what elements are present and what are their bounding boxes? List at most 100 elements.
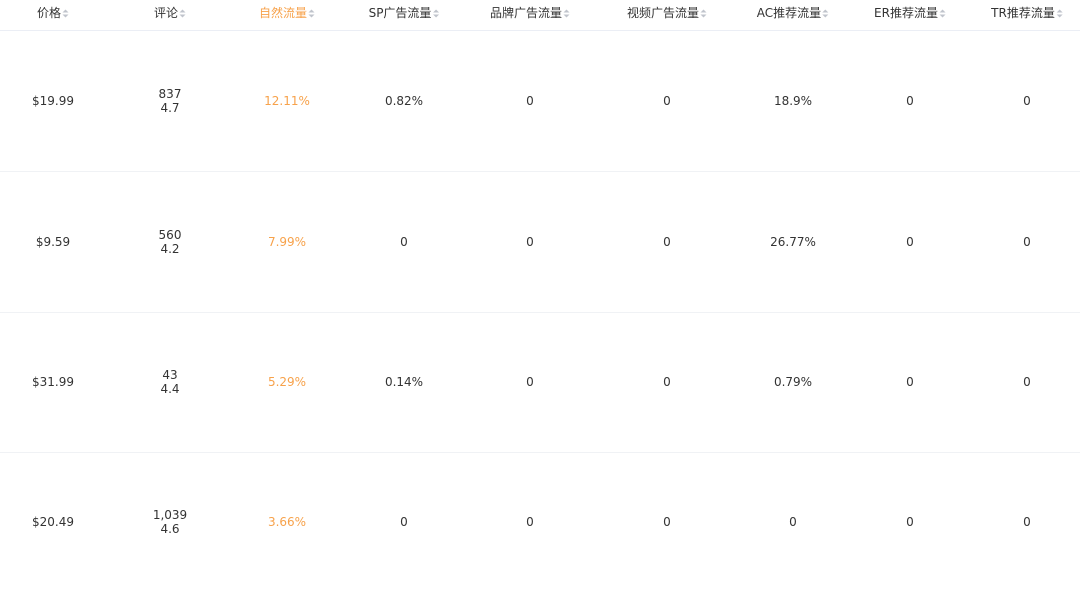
video-ads-traffic-cell: 0 (663, 172, 671, 312)
column-header-label: 价格 (36, 6, 62, 20)
column-header-brand-ads-traffic[interactable]: 品牌广告流量 (490, 0, 570, 30)
ac-traffic-value: 0.79% (773, 375, 813, 389)
column-header-sp-ads-traffic[interactable]: SP广告流量 (369, 0, 440, 30)
tr-traffic-cell: 0 (1023, 312, 1031, 452)
tr-traffic-value: 0 (1023, 515, 1031, 529)
sp-ads-traffic-cell: 0 (400, 172, 408, 312)
er-traffic-value: 0 (906, 94, 914, 108)
brand-ads-traffic-value: 0 (526, 235, 534, 249)
sort-icon[interactable] (939, 9, 946, 18)
tr-traffic-cell: 0 (1023, 172, 1031, 312)
column-header-label: ER推荐流量 (874, 6, 938, 20)
table-row: $31.99 43 4.4 5.29% 0.14% 0 0 0.79% 0 0 (0, 312, 1080, 453)
column-header-tr-traffic[interactable]: TR推荐流量 (991, 0, 1063, 30)
sort-icon[interactable] (822, 9, 829, 18)
ac-traffic-value: 26.77% (770, 235, 816, 249)
sort-icon[interactable] (179, 9, 186, 18)
er-traffic-cell: 0 (906, 31, 914, 171)
price-cell: $20.49 (32, 452, 74, 592)
column-header-organic-traffic[interactable]: 自然流量 (259, 0, 315, 30)
price-value: $20.49 (32, 515, 74, 529)
column-header-label: 评论 (153, 6, 179, 20)
er-traffic-value: 0 (906, 235, 914, 249)
er-traffic-value: 0 (906, 515, 914, 529)
brand-ads-traffic-value: 0 (526, 94, 534, 108)
table-row: $19.99 837 4.7 12.11% 0.82% 0 0 18.9% 0 0 (0, 31, 1080, 172)
price-value: $19.99 (32, 94, 74, 108)
sp-ads-traffic-value: 0 (400, 235, 408, 249)
ac-traffic-cell: 18.9% (774, 31, 812, 171)
column-header-label: AC推荐流量 (756, 6, 822, 20)
brand-ads-traffic-cell: 0 (526, 312, 534, 452)
organic-traffic-value: 5.29% (267, 375, 307, 389)
brand-ads-traffic-cell: 0 (526, 31, 534, 171)
er-traffic-cell: 0 (906, 312, 914, 452)
er-traffic-cell: 0 (906, 452, 914, 592)
table-row: $9.59 560 4.2 7.99% 0 0 0 26.77% 0 0 (0, 172, 1080, 313)
ac-traffic-value: 18.9% (773, 94, 813, 108)
video-ads-traffic-cell: 0 (663, 31, 671, 171)
rating-value: 4.6 (160, 522, 180, 536)
organic-traffic-cell: 5.29% (268, 312, 306, 452)
price-cell: $19.99 (32, 31, 74, 171)
reviews-cell: 1,039 4.6 (153, 452, 187, 592)
column-header-price[interactable]: 价格 (37, 0, 69, 30)
column-header-label: 视频广告流量 (626, 6, 700, 20)
review-count: 43 (162, 368, 178, 382)
ac-traffic-cell: 0 (789, 452, 797, 592)
video-ads-traffic-value: 0 (663, 515, 671, 529)
price-cell: $31.99 (32, 312, 74, 452)
ac-traffic-cell: 26.77% (770, 172, 816, 312)
traffic-table: 价格 评论 自然流量 SP广告流量 品牌广告流量 视频广告流量 AC推荐流量 E… (0, 0, 1080, 582)
organic-traffic-cell: 12.11% (264, 31, 310, 171)
tr-traffic-value: 0 (1023, 375, 1031, 389)
sort-icon[interactable] (563, 9, 570, 18)
column-header-label: 自然流量 (258, 6, 308, 20)
reviews-cell: 43 4.4 (160, 312, 179, 452)
rating-value: 4.2 (160, 242, 180, 256)
rating-value: 4.7 (160, 101, 180, 115)
review-count: 837 (158, 87, 182, 101)
sort-icon[interactable] (308, 9, 315, 18)
tr-traffic-cell: 0 (1023, 31, 1031, 171)
brand-ads-traffic-cell: 0 (526, 172, 534, 312)
sort-icon[interactable] (1056, 9, 1063, 18)
organic-traffic-value: 12.11% (264, 94, 310, 108)
column-header-label: 品牌广告流量 (489, 6, 563, 20)
organic-traffic-cell: 3.66% (268, 452, 306, 592)
column-header-label: TR推荐流量 (991, 6, 1055, 20)
sort-icon[interactable] (700, 9, 707, 18)
organic-traffic-value: 7.99% (267, 235, 307, 249)
sp-ads-traffic-cell: 0.14% (385, 312, 423, 452)
tr-traffic-cell: 0 (1023, 452, 1031, 592)
video-ads-traffic-value: 0 (663, 375, 671, 389)
er-traffic-cell: 0 (906, 172, 914, 312)
brand-ads-traffic-value: 0 (526, 375, 534, 389)
table-header: 价格 评论 自然流量 SP广告流量 品牌广告流量 视频广告流量 AC推荐流量 E… (0, 0, 1080, 31)
sp-ads-traffic-value: 0.14% (384, 375, 424, 389)
sp-ads-traffic-cell: 0 (400, 452, 408, 592)
sort-icon[interactable] (62, 9, 69, 18)
column-header-er-traffic[interactable]: ER推荐流量 (874, 0, 946, 30)
sort-icon[interactable] (432, 9, 439, 18)
video-ads-traffic-cell: 0 (663, 452, 671, 592)
video-ads-traffic-cell: 0 (663, 312, 671, 452)
organic-traffic-value: 3.66% (267, 515, 307, 529)
sp-ads-traffic-value: 0 (400, 515, 408, 529)
column-header-reviews[interactable]: 评论 (154, 0, 186, 30)
brand-ads-traffic-cell: 0 (526, 452, 534, 592)
price-cell: $9.59 (36, 172, 70, 312)
column-header-ac-traffic[interactable]: AC推荐流量 (757, 0, 829, 30)
organic-traffic-cell: 7.99% (268, 172, 306, 312)
column-header-video-ads-traffic[interactable]: 视频广告流量 (627, 0, 707, 30)
column-header-label: SP广告流量 (368, 6, 432, 20)
tr-traffic-value: 0 (1023, 235, 1031, 249)
reviews-cell: 560 4.2 (159, 172, 182, 312)
ac-traffic-value: 0 (789, 515, 797, 529)
er-traffic-value: 0 (906, 375, 914, 389)
rating-value: 4.4 (160, 382, 180, 396)
video-ads-traffic-value: 0 (663, 235, 671, 249)
reviews-cell: 837 4.7 (159, 31, 182, 171)
table-row: $20.49 1,039 4.6 3.66% 0 0 0 0 0 0 (0, 452, 1080, 582)
sp-ads-traffic-cell: 0.82% (385, 31, 423, 171)
